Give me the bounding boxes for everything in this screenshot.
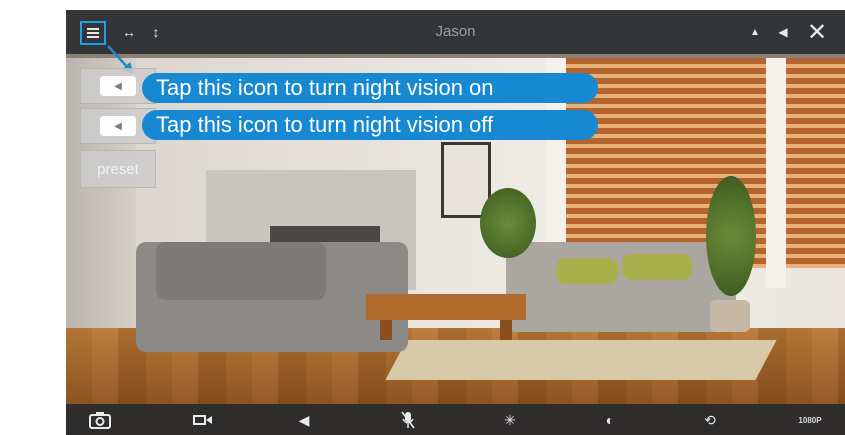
preset-button[interactable]: preset <box>80 150 156 188</box>
brightness-icon[interactable]: ✳ <box>500 410 520 430</box>
reset-icon[interactable]: ⟲ <box>700 410 720 430</box>
contrast-icon[interactable]: ◐ <box>600 410 620 430</box>
window-title: Jason <box>435 23 476 40</box>
rug <box>385 340 777 380</box>
callout-night-vision-off: Tap this icon to turn night vision off <box>142 110 598 140</box>
camera-icon[interactable] <box>88 410 112 430</box>
table-leg <box>380 320 392 340</box>
top-bar: ↔ ↕ Jason ▲ ◀ ✕ <box>66 10 845 54</box>
night-vision-off-icon: ◀ <box>100 116 136 136</box>
callout-night-vision-on: Tap this icon to turn night vision on <box>142 73 598 103</box>
microphone-icon[interactable] <box>398 410 418 430</box>
table-leg <box>500 320 512 340</box>
speaker-icon[interactable]: ◀ <box>294 410 314 430</box>
sofa-back <box>156 242 326 300</box>
plant <box>706 176 756 296</box>
close-icon[interactable]: ✕ <box>804 18 830 46</box>
pillow <box>556 258 618 284</box>
resolution-label[interactable]: 1080P <box>792 410 828 430</box>
pillow <box>622 254 692 280</box>
preset-label: preset <box>97 160 139 178</box>
bottom-toolbar: ◀ ✳ ◐ ⟲ 1080P <box>66 404 845 435</box>
triangle-up-icon[interactable]: ▲ <box>746 22 764 42</box>
camera-viewer: ↔ ↕ Jason ▲ ◀ ✕ ◀ ◀ preset Tap this icon… <box>66 10 845 435</box>
speaker-icon[interactable]: ◀ <box>774 22 792 42</box>
sofa <box>506 242 736 332</box>
plant <box>480 188 536 258</box>
coffee-table <box>366 294 526 320</box>
video-record-icon[interactable] <box>192 410 214 430</box>
curtain <box>766 58 786 288</box>
plant-pot <box>710 300 750 332</box>
night-vision-on-icon: ◀ <box>100 76 136 96</box>
